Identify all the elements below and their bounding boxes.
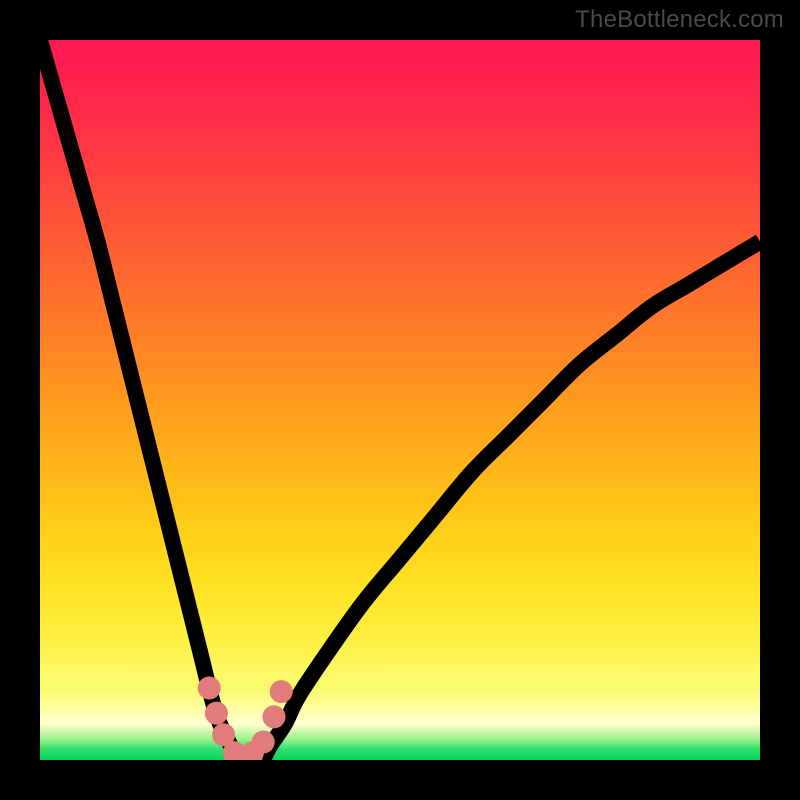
plot-area xyxy=(40,40,760,760)
data-marker xyxy=(270,680,293,703)
right-curve xyxy=(263,242,760,760)
watermark-text: TheBottleneck.com xyxy=(575,6,784,34)
left-curve xyxy=(40,40,242,760)
data-marker xyxy=(198,676,221,699)
data-marker xyxy=(262,705,285,728)
curves-svg xyxy=(40,40,760,760)
data-marker xyxy=(252,730,275,753)
chart-frame: TheBottleneck.com xyxy=(0,0,800,800)
data-marker xyxy=(205,702,228,725)
